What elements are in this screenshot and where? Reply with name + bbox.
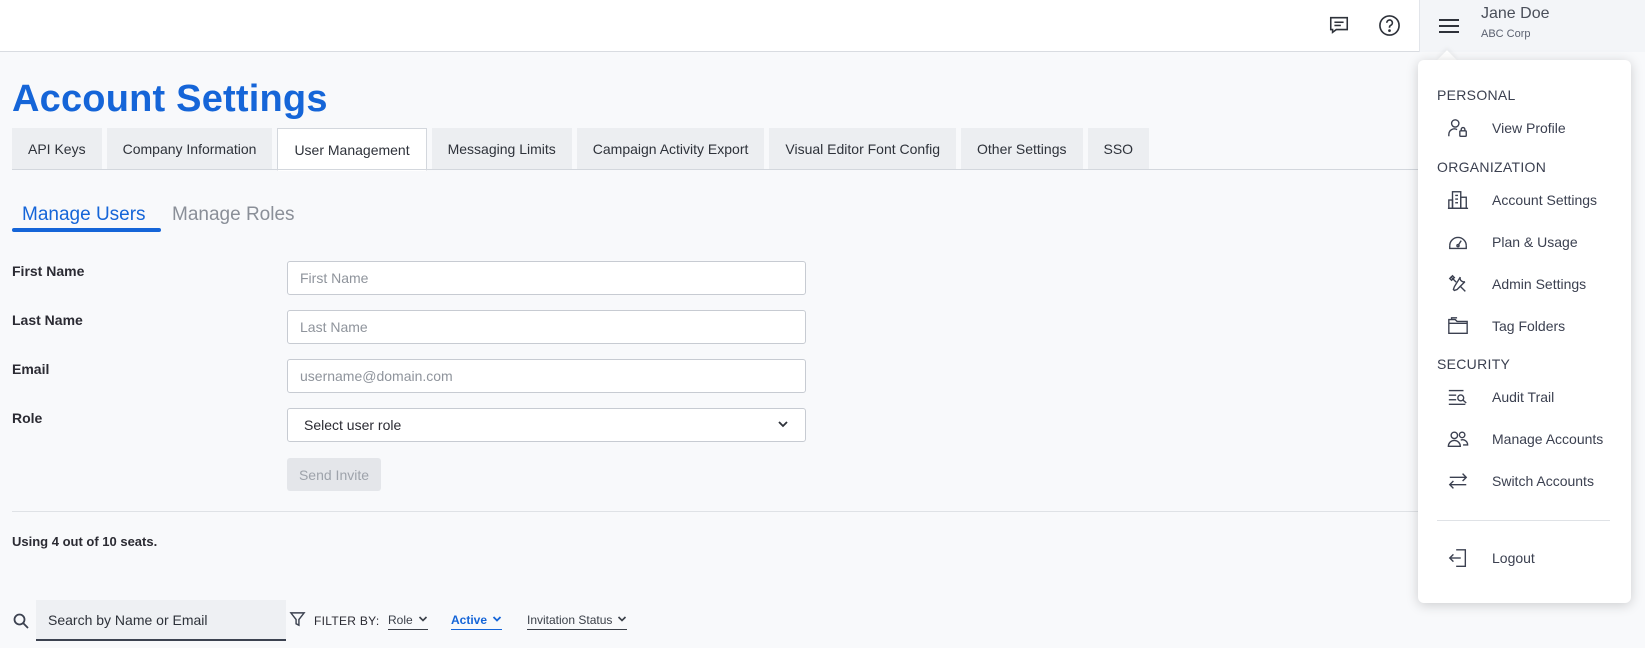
menu-section-personal: PERSONAL (1437, 87, 1516, 103)
role-select[interactable]: Select user role (287, 408, 806, 442)
filter-active-label: Active (451, 613, 488, 627)
section-divider (12, 511, 1419, 512)
user-org: ABC Corp (1481, 28, 1531, 40)
filter-invitation-status-dropdown[interactable]: Invitation Status (527, 613, 628, 630)
last-name-field[interactable] (287, 310, 806, 344)
tab-messaging-limits[interactable]: Messaging Limits (431, 128, 572, 170)
menu-item-admin-settings[interactable]: Admin Settings (1446, 270, 1621, 298)
filter-invitation-status-label: Invitation Status (527, 613, 613, 627)
search-icon (12, 612, 30, 630)
subtab-active-indicator (12, 228, 161, 232)
tab-user-management[interactable]: User Management (277, 128, 427, 171)
menu-item-logout[interactable]: Logout (1446, 544, 1621, 572)
list-search-icon (1446, 385, 1470, 409)
tab-sso[interactable]: SSO (1087, 128, 1150, 170)
menu-section-security: SECURITY (1437, 356, 1511, 372)
logout-icon (1446, 546, 1470, 570)
tab-api-keys[interactable]: API Keys (12, 128, 102, 170)
menu-item-label: Manage Accounts (1492, 431, 1604, 447)
search-input[interactable] (36, 600, 286, 641)
tabs-divider (12, 169, 1419, 170)
menu-divider (1437, 520, 1610, 521)
menu-item-view-profile[interactable]: View Profile (1446, 114, 1621, 142)
user-menu-toggle[interactable]: Jane Doe ABC Corp (1419, 0, 1645, 52)
menu-section-organization: ORGANIZATION (1437, 159, 1547, 175)
email-field[interactable] (287, 359, 806, 393)
role-label: Role (12, 410, 43, 426)
arrows-swap-icon (1446, 469, 1470, 493)
email-label: Email (12, 361, 50, 377)
chevron-down-icon (777, 417, 789, 433)
user-dropdown-menu: PERSONAL View Profile ORGANIZATION Accou… (1418, 60, 1631, 603)
users-icon (1446, 427, 1470, 451)
menu-item-label: Logout (1492, 550, 1535, 566)
menu-item-account-settings[interactable]: Account Settings (1446, 186, 1621, 214)
menu-item-label: Audit Trail (1492, 389, 1555, 405)
top-bar: Jane Doe ABC Corp (0, 0, 1645, 52)
chevron-down-icon (617, 613, 627, 627)
filter-role-dropdown[interactable]: Role (388, 613, 428, 630)
subtab-manage-users[interactable]: Manage Users (22, 204, 146, 226)
menu-item-label: View Profile (1492, 120, 1566, 136)
chevron-down-icon (418, 613, 428, 627)
first-name-label: First Name (12, 263, 85, 279)
help-icon[interactable] (1375, 11, 1403, 39)
subtab-manage-roles[interactable]: Manage Roles (172, 204, 295, 226)
folder-icon (1446, 314, 1470, 338)
tools-icon (1446, 272, 1470, 296)
chevron-down-icon (492, 613, 502, 627)
user-lock-icon (1446, 116, 1470, 140)
hamburger-menu-icon[interactable] (1436, 13, 1462, 39)
filter-role-label: Role (388, 613, 413, 627)
menu-item-label: Tag Folders (1492, 318, 1566, 334)
menu-item-switch-accounts[interactable]: Switch Accounts (1446, 467, 1621, 495)
settings-tabs: API Keys Company Information User Manage… (12, 128, 1150, 171)
filter-icon (289, 611, 306, 628)
last-name-label: Last Name (12, 312, 83, 328)
menu-item-label: Account Settings (1492, 192, 1598, 208)
menu-item-tag-folders[interactable]: Tag Folders (1446, 312, 1621, 340)
chat-icon[interactable] (1325, 11, 1353, 39)
filter-active-dropdown[interactable]: Active (451, 613, 503, 630)
tab-visual-editor-font-config[interactable]: Visual Editor Font Config (769, 128, 956, 170)
first-name-field[interactable] (287, 261, 806, 295)
user-name: Jane Doe (1481, 5, 1550, 22)
gauge-icon (1446, 230, 1470, 254)
menu-item-audit-trail[interactable]: Audit Trail (1446, 383, 1621, 411)
page-title: Account Settings (12, 78, 328, 120)
menu-item-label: Admin Settings (1492, 276, 1587, 292)
menu-item-plan-usage[interactable]: Plan & Usage (1446, 228, 1621, 256)
filter-by-label: FILTER BY: (314, 614, 380, 628)
menu-item-label: Plan & Usage (1492, 234, 1578, 250)
send-invite-button[interactable]: Send Invite (287, 458, 381, 491)
role-select-value: Select user role (304, 417, 402, 433)
seats-usage-text: Using 4 out of 10 seats. (12, 534, 158, 549)
tab-company-information[interactable]: Company Information (106, 128, 273, 170)
menu-item-label: Switch Accounts (1492, 473, 1594, 489)
tab-campaign-activity-export[interactable]: Campaign Activity Export (576, 128, 765, 170)
building-icon (1446, 188, 1470, 212)
menu-item-manage-accounts[interactable]: Manage Accounts (1446, 425, 1621, 453)
tab-other-settings[interactable]: Other Settings (961, 128, 1083, 170)
